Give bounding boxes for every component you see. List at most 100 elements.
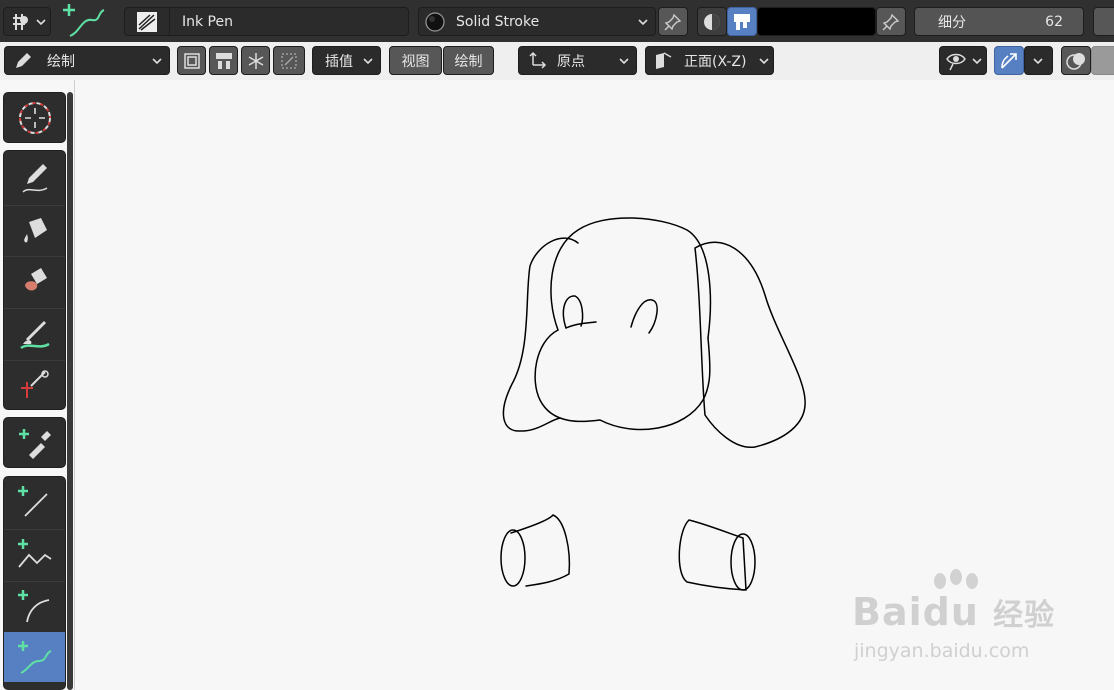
cursor-crosshair-icon [18,102,51,134]
snowflake-icon [248,52,263,69]
pin-material-button[interactable] [658,7,688,36]
curve-tool[interactable] [4,632,65,682]
interpolate-label: 插值 [325,53,353,70]
dog-right-paw-stroke [678,519,747,591]
plane-label: 正面(X-Z) [684,53,747,70]
overlay-toggle[interactable] [1061,46,1091,75]
draw-menu[interactable]: 绘制 [443,46,494,75]
overlay-circles-icon [1066,52,1085,70]
material-selector[interactable]: Solid Stroke [418,7,656,36]
multiframe-icon [183,52,200,69]
dog-right-eye-stroke [630,299,658,334]
mode-dropdown[interactable]: 绘制 [4,46,170,75]
paw-logo-icon [934,569,978,589]
erase-tool[interactable] [4,257,65,307]
visibility-dropdown[interactable] [939,46,987,75]
cursor-tool[interactable] [4,93,65,143]
tint-tool[interactable] [4,309,65,359]
tool-group-primitives [3,476,66,690]
line-tool[interactable] [4,477,65,527]
baidu-watermark: Baidu 经验 jingyan.baidu.com [852,566,1062,668]
snap-button[interactable] [273,46,305,75]
material-name: Solid Stroke [456,13,540,30]
dog-right-ear-stroke [694,241,806,448]
material-sphere-icon [424,11,446,33]
material-mode-icon [704,13,720,30]
draw-tool[interactable] [4,153,65,203]
chevron-down-icon [638,18,648,25]
chevron-down-icon [1033,57,1043,64]
color-mode-toggle[interactable] [697,7,727,36]
eye-icon [945,51,967,71]
dashed-frame-icon [281,52,297,69]
subdivision-value: 62 [1045,13,1063,30]
cutter-tool[interactable] [4,359,65,409]
watermark-url: jingyan.baidu.com [854,640,1030,662]
mode-label: 绘制 [47,53,75,70]
arc-tool[interactable] [4,581,65,631]
brush-preview-icon [125,8,170,35]
tool-group-cursor [3,92,66,143]
freeze-button[interactable] [241,46,270,75]
grease-pencil-editor-icon [9,12,31,32]
gizmo-toggle[interactable] [994,46,1024,75]
curve-icon [17,641,51,674]
watermark-suffix: 经验 [993,598,1056,633]
toolbar-scrollbar[interactable] [67,92,73,690]
editor-type-dropdown[interactable] [3,7,51,36]
brush-name: Ink Pen [182,13,233,30]
gizmo-dropdown[interactable] [1024,46,1053,75]
plane-icon [652,51,674,71]
vertex-paint-icon [734,13,750,30]
pencil-icon [13,51,33,71]
pin-color-button[interactable] [876,7,906,36]
header-overflow-field[interactable] [1093,7,1114,36]
brush-selector[interactable]: Ink Pen [124,7,409,36]
chevron-down-icon [759,57,769,64]
subdivision-label: 细分 [938,14,966,31]
origin-axes-icon [527,51,549,71]
vertex-color-mode-toggle[interactable] [727,7,757,36]
gizmo-arrows-icon [1001,52,1017,69]
curve-tool-header-icon [62,2,112,40]
brush-tint-icon [19,320,50,350]
origin-label: 原点 [557,53,585,70]
chevron-down-icon [619,57,629,64]
dog-head-stroke [550,217,712,339]
draw-menu-label: 绘制 [454,53,483,70]
pin-icon [664,13,682,30]
tool-group-paint [3,150,66,410]
dog-left-eye-stroke [562,295,584,329]
overlay-dropdown[interactable] [1091,46,1114,75]
chevron-down-icon [972,57,982,64]
arc-icon [17,590,49,623]
pencil-stroke-icon [21,164,47,193]
fill-tool[interactable] [4,205,65,255]
multiframe-button[interactable] [177,46,206,75]
paint-bucket-icon [23,218,47,243]
pin-icon [882,13,900,30]
tool-group-sample [3,417,66,468]
polyline-icon [17,539,51,568]
dog-left-paw-stroke [510,514,571,587]
drawing-plane-dropdown[interactable]: 正面(X-Z) [645,46,774,75]
scissors-cut-icon [20,370,49,398]
mask-button[interactable] [209,46,238,75]
eyedropper-icon [18,429,51,459]
subdivision-field[interactable]: 细分 62 [914,7,1084,36]
dog-left-paw-end [500,529,526,587]
view-menu-label: 视图 [401,53,430,70]
eraser-icon [24,268,47,291]
stroke-color-swatch[interactable] [757,7,876,36]
eyedropper-tool[interactable] [4,418,65,468]
automerge-icon [215,52,232,69]
dog-muzzle-stroke [534,329,711,431]
chevron-down-icon [152,57,162,64]
watermark-brand: Baidu [852,590,979,634]
chevron-down-icon [36,18,46,25]
stroke-placement-dropdown[interactable]: 原点 [518,46,637,75]
polyline-tool[interactable] [4,530,65,580]
interpolate-dropdown[interactable]: 插值 [312,46,381,75]
view-menu[interactable]: 视图 [389,46,442,75]
chevron-down-icon [363,57,373,64]
